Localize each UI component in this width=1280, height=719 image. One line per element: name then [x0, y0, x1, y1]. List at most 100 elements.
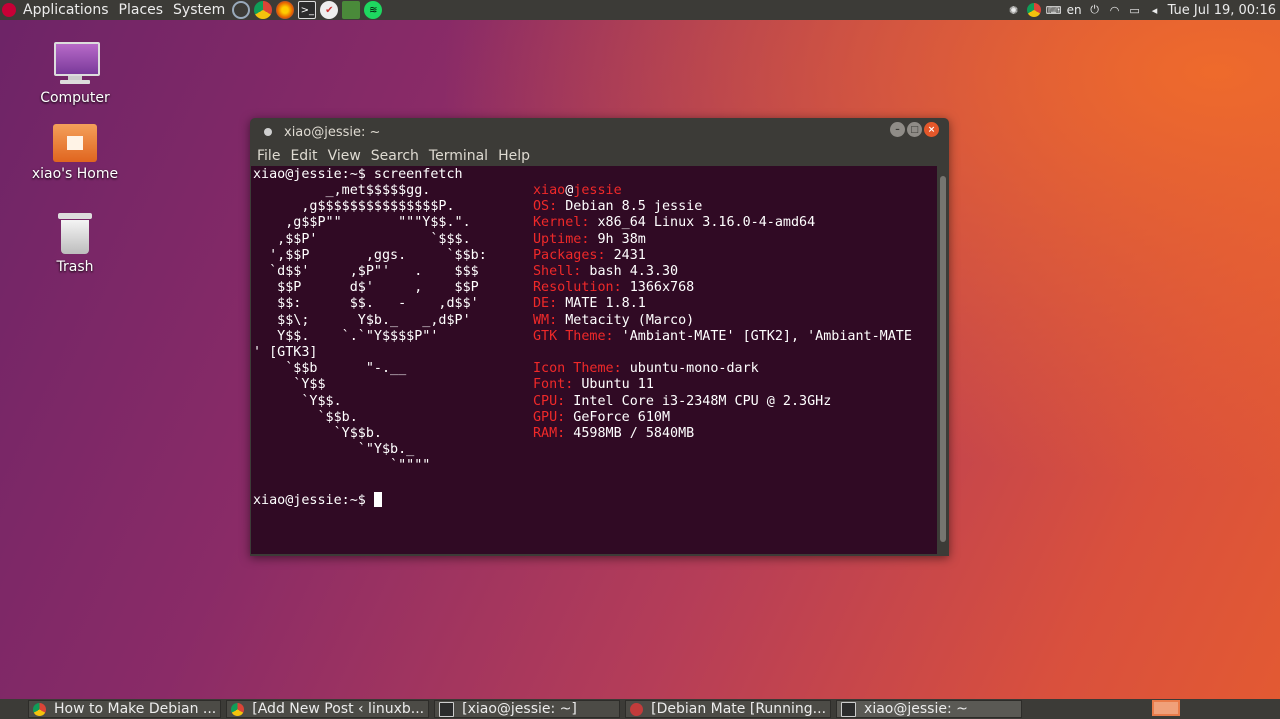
menu-system[interactable]: System — [168, 0, 230, 20]
info-value: 'Ambiant-MATE' [GTK2], 'Ambiant-MATE — [613, 328, 912, 344]
top-panel: Applications Places System >_ ✔ ≋ ✺ ⌨ en… — [0, 0, 1280, 20]
bottom-panel: How to Make Debian ... [Add New Post ‹ l… — [0, 699, 1280, 719]
info-line: RAM: 4598MB / 5840MB — [533, 426, 694, 442]
info-key: GTK Theme: — [533, 328, 614, 344]
info-value: Debian 8.5 jessie — [557, 199, 703, 215]
taskbar-label: How to Make Debian ... — [54, 701, 217, 717]
settings-icon[interactable] — [232, 1, 251, 19]
logo-line: `Y$$b. — [253, 426, 382, 441]
computer-icon — [52, 40, 100, 86]
window-menu-icon[interactable] — [264, 128, 272, 136]
terminal-icon[interactable]: >_ — [298, 1, 317, 19]
host-name: jessie — [573, 183, 622, 198]
terminal-menubar: File Edit View Search Terminal Help — [250, 146, 949, 166]
info-line: Uptime: 9h 38m — [533, 232, 646, 248]
workspace-switcher[interactable] — [1152, 700, 1180, 716]
menu-places[interactable]: Places — [114, 0, 169, 20]
chrome-icon[interactable] — [254, 1, 273, 19]
logo-line: `$$b. — [253, 409, 358, 425]
volume-icon[interactable]: ◂ — [1148, 3, 1162, 17]
desktop-icon-label: xiao's Home — [31, 166, 119, 182]
desktop-icon-label: Trash — [56, 259, 94, 275]
info-line: DE: MATE 1.8.1 — [533, 296, 646, 312]
info-line: GPU: GeForce 610M — [533, 410, 670, 426]
debian-logo-icon[interactable] — [2, 3, 16, 17]
wrapped-line: ' [GTK3] — [253, 345, 318, 360]
menu-file[interactable]: File — [252, 148, 285, 164]
taskbar-label: [Debian Mate [Running... — [651, 701, 827, 717]
terminal-console[interactable]: xiao@jessie:~$ screenfetch _,met$$$$$gg.… — [251, 166, 937, 554]
menu-edit[interactable]: Edit — [285, 148, 322, 164]
info-value: 9h 38m — [589, 231, 646, 247]
logo-line: ',$$P ,ggs. `$$b: — [253, 247, 487, 263]
terminal-window[interactable]: xiao@jessie: ~ – □ × File Edit View Sear… — [250, 118, 949, 556]
info-value: 2431 — [605, 247, 646, 263]
menu-view[interactable]: View — [323, 148, 366, 164]
minimize-button[interactable]: – — [890, 122, 905, 137]
spotify-icon[interactable]: ≋ — [364, 1, 383, 19]
chrome-icon — [231, 702, 245, 716]
scrollbar-thumb[interactable] — [940, 176, 946, 542]
logo-line: ,g$$$$$$$$$$$$$$$P. — [253, 199, 455, 215]
info-key: Resolution: — [533, 280, 622, 296]
menu-applications[interactable]: Applications — [18, 0, 114, 20]
taskbar-label: xiao@jessie: ~ — [864, 701, 968, 717]
info-key: WM: — [533, 312, 558, 328]
info-line: Shell: bash 4.3.30 — [533, 264, 678, 280]
user-name: xiao — [533, 183, 566, 198]
language-indicator[interactable]: en — [1067, 3, 1082, 17]
info-value: Intel Core i3-2348M CPU @ 2.3GHz — [565, 393, 832, 409]
checkmark-app-icon[interactable]: ✔ — [320, 1, 339, 19]
info-key: Kernel: — [533, 215, 590, 231]
chrome-icon — [33, 702, 46, 716]
info-line: Packages: 2431 — [533, 248, 646, 264]
info-line: Kernel: x86_64 Linux 3.16.0-4-amd64 — [533, 215, 815, 231]
logo-line: `Y$$ — [253, 377, 326, 393]
logo-line: `$$b "-.__ — [253, 361, 407, 377]
menu-help[interactable]: Help — [493, 148, 535, 164]
taskbar-label: [Add New Post ‹ linuxb... — [252, 701, 425, 717]
taskbar-item[interactable]: xiao@jessie: ~ — [836, 700, 1023, 718]
info-key: GPU: — [533, 409, 566, 425]
close-button[interactable]: × — [924, 122, 939, 137]
info-value: x86_64 Linux 3.16.0-4-amd64 — [589, 215, 816, 231]
info-line: WM: Metacity (Marco) — [533, 313, 694, 329]
battery-icon[interactable]: ▭ — [1128, 3, 1142, 17]
taskbar-item[interactable]: [xiao@jessie: ~] — [434, 700, 621, 718]
desktop-icon-trash[interactable]: Trash — [25, 213, 125, 275]
info-line: CPU: Intel Core i3-2348M CPU @ 2.3GHz — [533, 394, 831, 410]
logo-line: $$\; Y$b._ _,d$P' — [253, 312, 471, 328]
logo-line: $$: $$. - ,d$$' — [253, 296, 479, 312]
power-icon[interactable]: ⏻ — [1088, 3, 1102, 17]
image-viewer-icon[interactable] — [342, 1, 361, 19]
virtualbox-icon — [630, 702, 644, 716]
command-line: xiao@jessie:~$ screenfetch — [253, 167, 463, 182]
terminal-icon — [841, 701, 857, 717]
taskbar-item[interactable]: [Debian Mate [Running... — [625, 700, 832, 718]
chrome-tray-icon[interactable] — [1026, 3, 1041, 17]
maximize-button[interactable]: □ — [907, 122, 922, 137]
taskbar-item[interactable]: [Add New Post ‹ linuxb... — [226, 700, 430, 718]
info-key: CPU: — [533, 393, 566, 409]
info-value: GeForce 610M — [565, 409, 671, 425]
menu-terminal[interactable]: Terminal — [424, 148, 493, 164]
network-manager-icon[interactable]: ✺ — [1007, 3, 1021, 17]
firefox-icon[interactable] — [276, 1, 295, 19]
scrollbar[interactable] — [938, 166, 948, 554]
info-line: GTK Theme: 'Ambiant-MATE' [GTK2], 'Ambia… — [533, 329, 912, 345]
desktop-icon-computer[interactable]: Computer — [25, 40, 125, 106]
desktop-icon-home[interactable]: xiao's Home — [25, 124, 125, 182]
logo-line: ,$$P' `$$$. — [253, 231, 471, 247]
menu-search[interactable]: Search — [366, 148, 424, 164]
window-titlebar[interactable]: xiao@jessie: ~ – □ × — [250, 118, 949, 146]
window-title: xiao@jessie: ~ — [284, 124, 381, 140]
keyboard-icon[interactable]: ⌨ — [1046, 3, 1062, 17]
taskbar-item[interactable]: How to Make Debian ... — [28, 700, 222, 718]
prompt-line[interactable]: xiao@jessie:~$ — [253, 492, 382, 509]
info-line: Font: Ubuntu 11 — [533, 377, 654, 393]
info-value: MATE 1.8.1 — [557, 296, 646, 312]
info-value: bash 4.3.30 — [581, 264, 679, 279]
clock[interactable]: Tue Jul 19, 00:16 — [1168, 3, 1276, 18]
info-value: Metacity (Marco) — [557, 312, 695, 328]
wifi-icon[interactable]: ◠ — [1108, 3, 1122, 17]
